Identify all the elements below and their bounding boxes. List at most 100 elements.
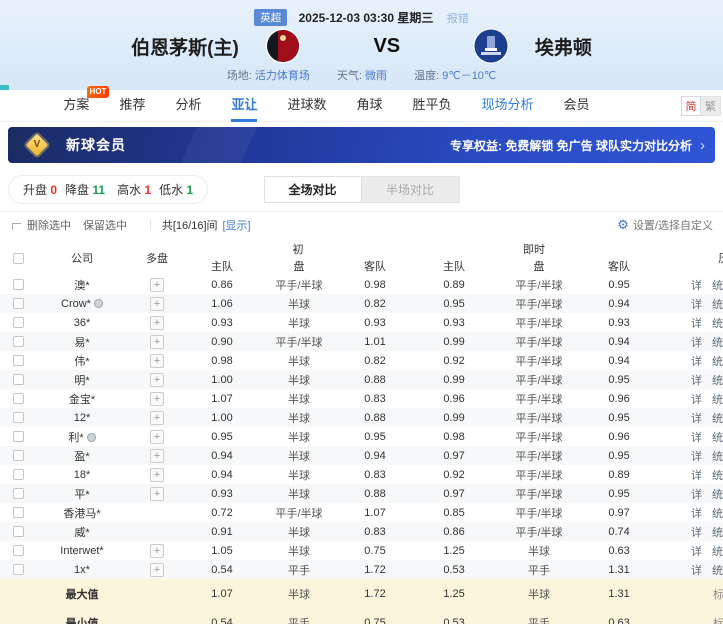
nav-tab-member[interactable]: 会员 [564, 90, 590, 122]
company-name[interactable]: 威* [74, 527, 89, 539]
add-multi-button[interactable]: + [150, 392, 164, 406]
company-name[interactable]: 12* [74, 412, 91, 424]
full-match-tab[interactable]: 全场对比 [264, 176, 362, 203]
company-name[interactable]: Interwet* [60, 545, 103, 557]
history-detail-link[interactable]: 详 [691, 299, 702, 311]
history-detail-link[interactable]: 详 [691, 508, 702, 520]
history-detail-link[interactable]: 详 [691, 280, 702, 292]
add-multi-button[interactable]: + [150, 297, 164, 311]
show-link[interactable]: [显示] [223, 217, 251, 233]
history-detail-link[interactable]: 详 [691, 432, 702, 444]
history-stats-link[interactable]: 统 [712, 508, 723, 520]
history-stats-link[interactable]: 统 [712, 546, 723, 558]
half-match-tab[interactable]: 半场对比 [362, 176, 460, 203]
history-detail-link[interactable]: 详 [691, 470, 702, 482]
company-name[interactable]: 易* [74, 337, 89, 349]
nav-tab-recommend[interactable]: 推荐 [119, 90, 145, 122]
add-multi-button[interactable]: + [150, 487, 164, 501]
company-name[interactable]: 盈* [74, 451, 89, 463]
report-error-link[interactable]: 报错 [447, 13, 469, 25]
history-detail-link[interactable]: 详 [691, 565, 702, 577]
history-detail-link[interactable]: 详 [691, 337, 702, 349]
row-checkbox[interactable] [13, 564, 24, 575]
settings-button[interactable]: ⚙ 设置/选择自定义 [617, 217, 713, 233]
history-stats-link[interactable]: 统 [712, 413, 723, 425]
add-multi-button[interactable]: + [150, 430, 164, 444]
history-stats-link[interactable]: 统 [712, 280, 723, 292]
history-detail-link[interactable]: 详 [691, 527, 702, 539]
add-multi-button[interactable]: + [150, 544, 164, 558]
history-stats-link[interactable]: 统 [712, 394, 723, 406]
nav-tab-live-analysis[interactable]: 现场分析 [482, 90, 534, 122]
history-stats-link[interactable]: 统 [712, 565, 723, 577]
row-checkbox[interactable] [13, 488, 24, 499]
row-checkbox[interactable] [13, 469, 24, 480]
add-multi-button[interactable]: + [150, 411, 164, 425]
history-detail-link[interactable]: 详 [691, 394, 702, 406]
company-name[interactable]: 平* [74, 489, 89, 501]
history-stats-link[interactable]: 统 [712, 527, 723, 539]
row-checkbox[interactable] [13, 298, 24, 309]
company-name[interactable]: 18* [74, 469, 91, 481]
nav-tab-asian-handicap[interactable]: 亚让 [231, 90, 257, 122]
add-multi-button[interactable]: + [150, 335, 164, 349]
history-stats-link[interactable]: 统 [712, 356, 723, 368]
row-checkbox[interactable] [13, 336, 24, 347]
keep-selected-button[interactable]: 保留选中 [83, 217, 127, 233]
history-detail-link[interactable]: 详 [691, 356, 702, 368]
history-stats-link[interactable]: 统 [712, 337, 723, 349]
league-badge[interactable]: 英超 [254, 9, 287, 26]
add-multi-button[interactable]: + [150, 563, 164, 577]
company-name[interactable]: 香港马* [63, 508, 100, 520]
row-checkbox[interactable] [13, 279, 24, 290]
add-multi-button[interactable]: + [150, 468, 164, 482]
row-checkbox[interactable] [13, 317, 24, 328]
row-checkbox[interactable] [13, 450, 24, 461]
history-stats-link[interactable]: 统 [712, 451, 723, 463]
nav-tab-analysis[interactable]: 分析 [175, 90, 201, 122]
mark-button[interactable]: 标注 [713, 589, 723, 601]
history-detail-link[interactable]: 详 [691, 546, 702, 558]
vip-member-banner[interactable]: V 新球会员 专享权益: 免费解锁 免广告 球队实力对比分析 › [8, 127, 715, 163]
lang-traditional-button[interactable]: 繁 [701, 96, 721, 116]
company-name[interactable]: 澳* [74, 280, 89, 292]
add-multi-button[interactable]: + [150, 278, 164, 292]
nav-tab-plan[interactable]: 方案 HOT [63, 90, 89, 122]
company-name[interactable]: Crow* [61, 298, 91, 310]
history-stats-link[interactable]: 统 [712, 318, 723, 330]
history-detail-link[interactable]: 详 [691, 318, 702, 330]
row-checkbox[interactable] [13, 355, 24, 366]
history-stats-link[interactable]: 统 [712, 470, 723, 482]
history-stats-link[interactable]: 统 [712, 432, 723, 444]
company-name[interactable]: 36* [74, 317, 91, 329]
nav-tab-corners[interactable]: 角球 [357, 90, 383, 122]
company-name[interactable]: 金宝* [69, 394, 95, 406]
select-all-checkbox[interactable] [13, 253, 24, 264]
history-detail-link[interactable]: 详 [691, 451, 702, 463]
mark-button[interactable]: 标注 [713, 618, 723, 624]
row-checkbox[interactable] [13, 412, 24, 423]
history-detail-link[interactable]: 详 [691, 413, 702, 425]
add-multi-button[interactable]: + [150, 449, 164, 463]
company-name[interactable]: 明* [74, 375, 89, 387]
add-multi-button[interactable]: + [150, 354, 164, 368]
add-multi-button[interactable]: + [150, 373, 164, 387]
company-name[interactable]: 伟* [74, 356, 89, 368]
history-stats-link[interactable]: 统 [712, 375, 723, 387]
row-checkbox[interactable] [13, 393, 24, 404]
nav-tab-1x2[interactable]: 胜平负 [413, 90, 452, 122]
add-multi-button[interactable]: + [150, 316, 164, 330]
row-checkbox[interactable] [13, 507, 24, 518]
row-checkbox[interactable] [13, 374, 24, 385]
history-stats-link[interactable]: 统 [712, 489, 723, 501]
nav-tab-goals[interactable]: 进球数 [287, 90, 326, 122]
history-stats-link[interactable]: 统 [712, 299, 723, 311]
row-checkbox[interactable] [13, 526, 24, 537]
row-checkbox[interactable] [13, 545, 24, 556]
history-detail-link[interactable]: 详 [691, 375, 702, 387]
company-name[interactable]: 1x* [74, 564, 90, 576]
row-checkbox[interactable] [13, 431, 24, 442]
lang-simplified-button[interactable]: 简 [681, 96, 701, 116]
delete-selected-button[interactable]: 删除选中 [27, 217, 71, 233]
history-detail-link[interactable]: 详 [691, 489, 702, 501]
